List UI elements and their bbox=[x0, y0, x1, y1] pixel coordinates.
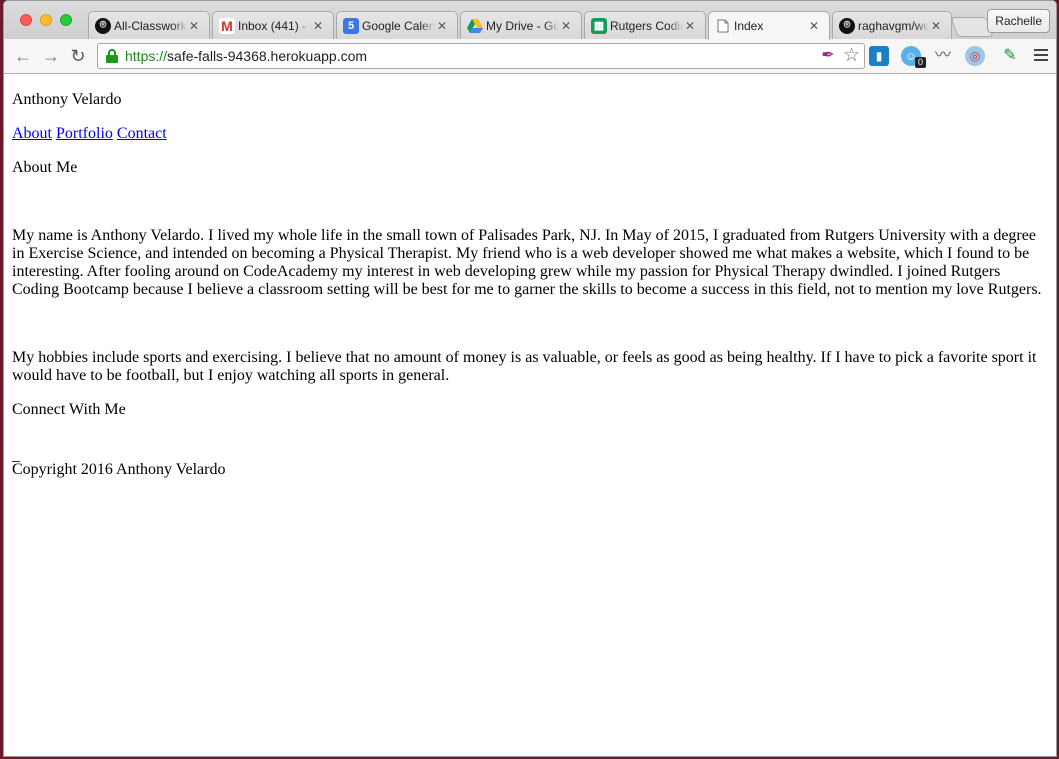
eyedropper-extension-icon[interactable]: ✎ bbox=[1000, 46, 1020, 66]
extension-globe-icon[interactable]: ◎ bbox=[965, 46, 985, 66]
extension-trello-icon[interactable]: ▮ bbox=[869, 46, 889, 66]
feather-extension-icon[interactable]: ✒ bbox=[819, 47, 837, 65]
tab-raghavgm[interactable]: ⌾ raghavgm/we ✕ bbox=[832, 11, 952, 39]
tab-my-drive[interactable]: My Drive - Go ✕ bbox=[460, 11, 582, 39]
close-tab-icon[interactable]: ✕ bbox=[187, 19, 201, 33]
nav-link-contact[interactable]: Contact bbox=[117, 125, 167, 142]
browser-window: ⌾ All-Classwork ✕ M Inbox (441) - r ✕ 5 … bbox=[3, 0, 1057, 757]
close-tab-icon[interactable]: ✕ bbox=[559, 19, 573, 33]
toolbar: ← → ↻ https:// safe-falls-94368.herokuap… bbox=[4, 39, 1056, 74]
close-tab-icon[interactable]: ✕ bbox=[807, 19, 821, 33]
page-content: Anthony Velardo About Portfolio Contact … bbox=[4, 75, 1056, 756]
social-link[interactable]: _ bbox=[12, 448, 1048, 464]
connect-title: Connect With Me bbox=[12, 401, 126, 418]
tab-all-classwork[interactable]: ⌾ All-Classwork ✕ bbox=[88, 11, 210, 39]
tab-rutgers-coding[interactable]: ▦ Rutgers Codin ✕ bbox=[584, 11, 706, 39]
url-host: safe-falls-94368.herokuapp.com bbox=[167, 48, 368, 64]
minimize-window-button[interactable] bbox=[40, 14, 52, 26]
close-tab-icon[interactable]: ✕ bbox=[435, 19, 449, 33]
reload-icon[interactable]: ↻ bbox=[67, 45, 89, 67]
forward-arrow-icon[interactable]: → bbox=[40, 45, 62, 67]
gmail-icon: M bbox=[219, 17, 235, 34]
copyright-text: Copyright 2016 Anthony Velardo bbox=[12, 461, 226, 478]
tab-strip: ⌾ All-Classwork ✕ M Inbox (441) - r ✕ 5 … bbox=[4, 1, 1056, 40]
menu-icon[interactable] bbox=[1034, 49, 1048, 64]
close-tab-icon[interactable]: ✕ bbox=[311, 19, 325, 33]
bookmark-star-icon[interactable]: ☆ bbox=[843, 46, 860, 66]
profile-button[interactable]: Rachelle bbox=[987, 9, 1050, 33]
tab-index[interactable]: Index ✕ bbox=[708, 11, 830, 40]
pulse-extension-icon[interactable]: 〰 bbox=[933, 46, 953, 66]
document-icon bbox=[715, 18, 731, 34]
sheets-icon: ▦ bbox=[591, 17, 607, 34]
github-icon: ⌾ bbox=[95, 17, 111, 34]
nav-link-portfolio[interactable]: Portfolio bbox=[56, 125, 113, 142]
extension-badge: 0 bbox=[915, 57, 926, 68]
drive-icon bbox=[467, 18, 483, 34]
tab-google-calendar[interactable]: 5 Google Calen ✕ bbox=[336, 11, 458, 39]
close-window-button[interactable] bbox=[20, 14, 32, 26]
calendar-icon: 5 bbox=[343, 17, 359, 34]
hobbies-paragraph: My hobbies include sports and exercising… bbox=[12, 349, 1037, 384]
address-bar[interactable]: https:// safe-falls-94368.herokuapp.com … bbox=[97, 43, 865, 69]
url-scheme: https:// bbox=[125, 48, 168, 64]
tab-inbox[interactable]: M Inbox (441) - r ✕ bbox=[212, 11, 334, 39]
github-icon: ⌾ bbox=[839, 17, 855, 34]
nav-links: About Portfolio Contact bbox=[12, 125, 1048, 143]
site-name: Anthony Velardo bbox=[12, 91, 122, 108]
back-arrow-icon[interactable]: ← bbox=[12, 45, 34, 67]
section-title: About Me bbox=[12, 159, 78, 176]
lock-icon bbox=[106, 49, 118, 63]
close-tab-icon[interactable]: ✕ bbox=[929, 19, 943, 33]
about-paragraph: My name is Anthony Velardo. I lived my w… bbox=[12, 227, 1042, 298]
zoom-window-button[interactable] bbox=[60, 14, 72, 26]
close-tab-icon[interactable]: ✕ bbox=[683, 19, 697, 33]
nav-link-about[interactable]: About bbox=[12, 125, 52, 142]
